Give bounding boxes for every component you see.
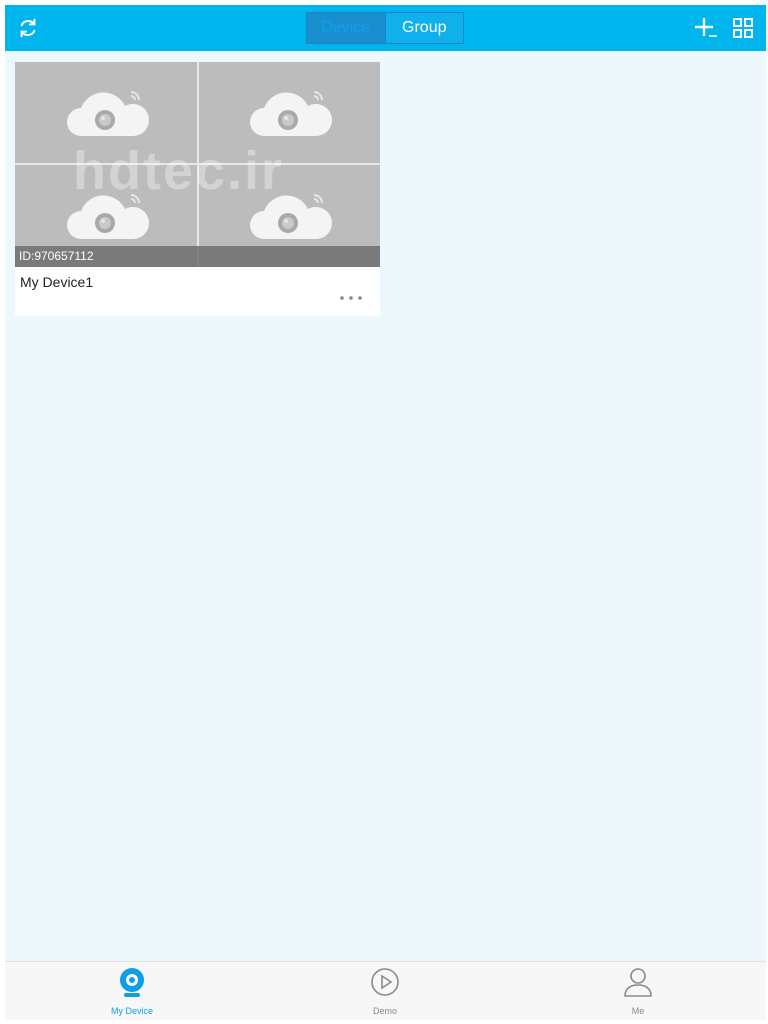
tab-group[interactable]: Group — [384, 13, 463, 43]
app-screen: Device Group hdtec.ir ID:970657112 My De… — [5, 5, 766, 1020]
nav-demo[interactable]: Demo — [325, 962, 445, 1020]
device-card[interactable]: hdtec.ir ID:970657112 My Device1 — [15, 62, 380, 316]
device-id: ID:970657112 — [19, 249, 94, 263]
camera-icon — [120, 968, 144, 997]
cloud-camera-icon — [67, 91, 149, 136]
add-device-button[interactable] — [692, 15, 718, 41]
watermark: hdtec.ir — [73, 141, 285, 201]
nav-my-device[interactable]: My Device — [72, 962, 192, 1020]
layout-grid-button[interactable] — [732, 17, 754, 39]
device-group-switch: Device Group — [306, 12, 464, 44]
bottom-nav: My Device Demo Me — [5, 961, 766, 1020]
top-bar: Device Group — [5, 5, 766, 51]
more-dots-icon — [340, 296, 362, 300]
refresh-button[interactable] — [13, 13, 43, 43]
device-name: My Device1 — [20, 274, 94, 290]
device-preview[interactable]: hdtec.ir ID:970657112 — [15, 62, 380, 267]
device-id-bar: ID:970657112 — [15, 246, 380, 267]
play-icon — [371, 968, 399, 996]
nav-label: Demo — [372, 1006, 397, 1016]
nav-label: My Device — [110, 1006, 153, 1016]
nav-me[interactable]: Me — [578, 962, 698, 1020]
more-options-button[interactable] — [338, 290, 366, 306]
tab-device[interactable]: Device — [307, 13, 385, 43]
cloud-camera-icon — [250, 91, 332, 136]
nav-label: Me — [631, 1006, 645, 1016]
user-icon — [624, 968, 652, 997]
refresh-icon — [20, 18, 36, 38]
